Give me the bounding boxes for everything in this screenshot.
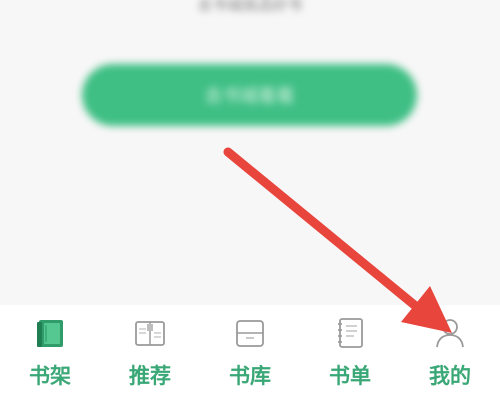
library-icon [236,320,264,347]
tab-mine[interactable]: 我的 [405,305,495,396]
empty-shelf-hint: 去书城挑选好书 [150,0,350,36]
tab-label-bookshelf: 书架 [29,363,71,388]
tab-bookshelf[interactable]: 书架 [5,305,95,396]
bottom-tab-bar: 书架 推荐 书库 书单 我的 [0,305,500,396]
tab-library[interactable]: 书库 [205,305,295,396]
tab-label-library: 书库 [229,363,271,388]
notebook-icon [338,318,363,348]
main-content: 去书城挑选好书 去书城看看 [0,0,500,305]
tab-label-recommend: 推荐 [129,363,171,388]
user-icon [436,319,464,348]
tab-booklist[interactable]: 书单 [305,305,395,396]
open-book-icon [135,321,165,346]
tab-label-booklist: 书单 [329,363,371,388]
tab-recommend[interactable]: 推荐 [105,305,195,396]
tab-label-mine: 我的 [429,363,471,388]
bookshelf-icon [37,320,63,347]
go-to-bookstore-button[interactable]: 去书城看看 [82,64,417,126]
hint-line-2: 去书城挑选好书 [197,0,303,14]
